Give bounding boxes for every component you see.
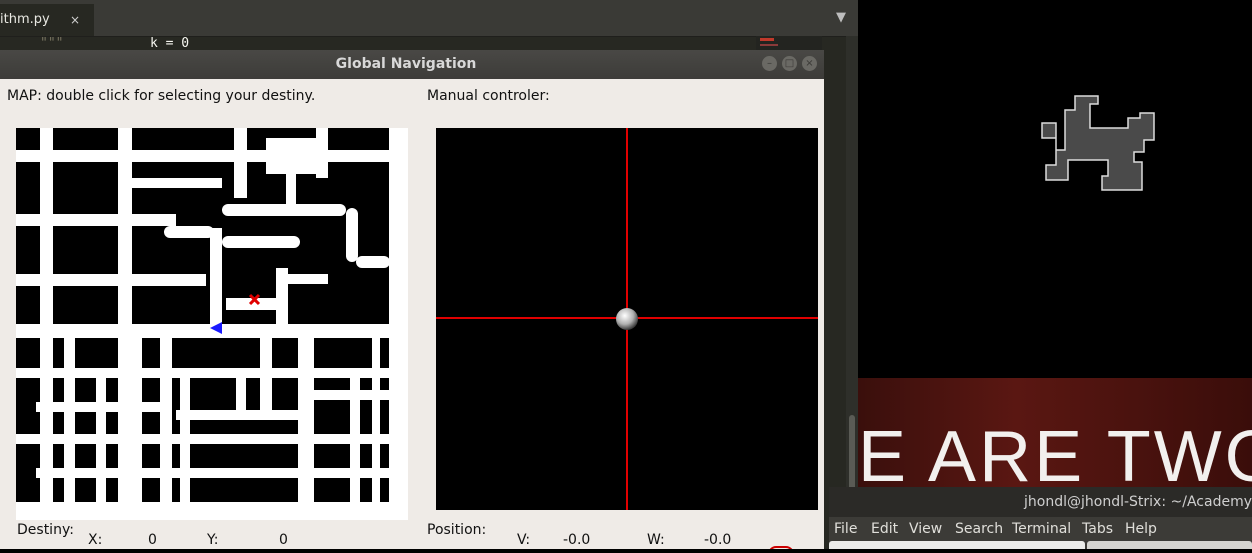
terminal-tab[interactable] [829,541,1085,549]
editor-tab[interactable]: ithm.py × [0,4,94,36]
code-line: """ [40,36,64,51]
map-canvas[interactable] [16,128,408,520]
terminal-tab[interactable] [1087,541,1252,549]
joystick-handle-icon[interactable] [616,308,638,330]
window-title: Global Navigation [335,56,477,72]
map-graphic [16,128,408,520]
position-label: Position: [427,522,487,538]
controller-graphic [436,128,818,510]
x-label: X: [88,532,103,548]
global-navigation-window: Global Navigation – □ × MAP: double clic… [0,50,824,549]
banner-text: E ARE TWO [858,417,1252,488]
terminal-menubar: File Edit View Search Terminal Tabs Help [829,517,1252,541]
code-line: k = 0 [150,36,190,51]
v-value: -0.0 [563,532,591,548]
w-value: -0.0 [704,532,732,548]
maximize-button[interactable]: □ [782,56,797,71]
menu-file[interactable]: File [834,521,857,537]
manual-controller-label: Manual controler: [427,88,550,104]
close-icon[interactable]: × [70,4,80,36]
simulation-view [1041,95,1155,191]
manual-controller-pad[interactable] [436,128,818,510]
destiny-y-value: 0 [279,532,288,548]
menu-edit[interactable]: Edit [871,521,898,537]
map-instruction-label: MAP: double click for selecting your des… [7,88,316,104]
terminal-title-bar[interactable]: jhondl@jhondl-Strix: ~/Academy [829,487,1252,517]
editor-tab-filename: ithm.py [0,12,50,27]
y-label: Y: [207,532,219,548]
w-label: W: [647,532,665,548]
v-label: V: [517,532,531,548]
video-banner: E ARE TWO [858,378,1252,488]
terminal-title: jhondl@jhondl-Strix: ~/Academy [1024,494,1252,510]
minimize-button[interactable]: – [762,56,777,71]
destiny-label: Destiny: [17,522,74,538]
scrollbar-thumb[interactable] [849,415,855,495]
menu-view[interactable]: View [909,521,942,537]
menu-help[interactable]: Help [1125,521,1157,537]
chevron-down-icon[interactable]: ▼ [836,10,846,25]
window-title-bar[interactable]: Global Navigation – □ × [0,50,824,79]
menu-search[interactable]: Search [955,521,1003,537]
terminal-window: jhondl@jhondl-Strix: ~/Academy File Edit… [829,487,1252,549]
editor-tab-bar [0,0,858,37]
menu-terminal[interactable]: Terminal [1012,521,1071,537]
menu-tabs[interactable]: Tabs [1082,521,1113,537]
destiny-x-value: 0 [148,532,157,548]
close-button[interactable]: × [802,56,817,71]
